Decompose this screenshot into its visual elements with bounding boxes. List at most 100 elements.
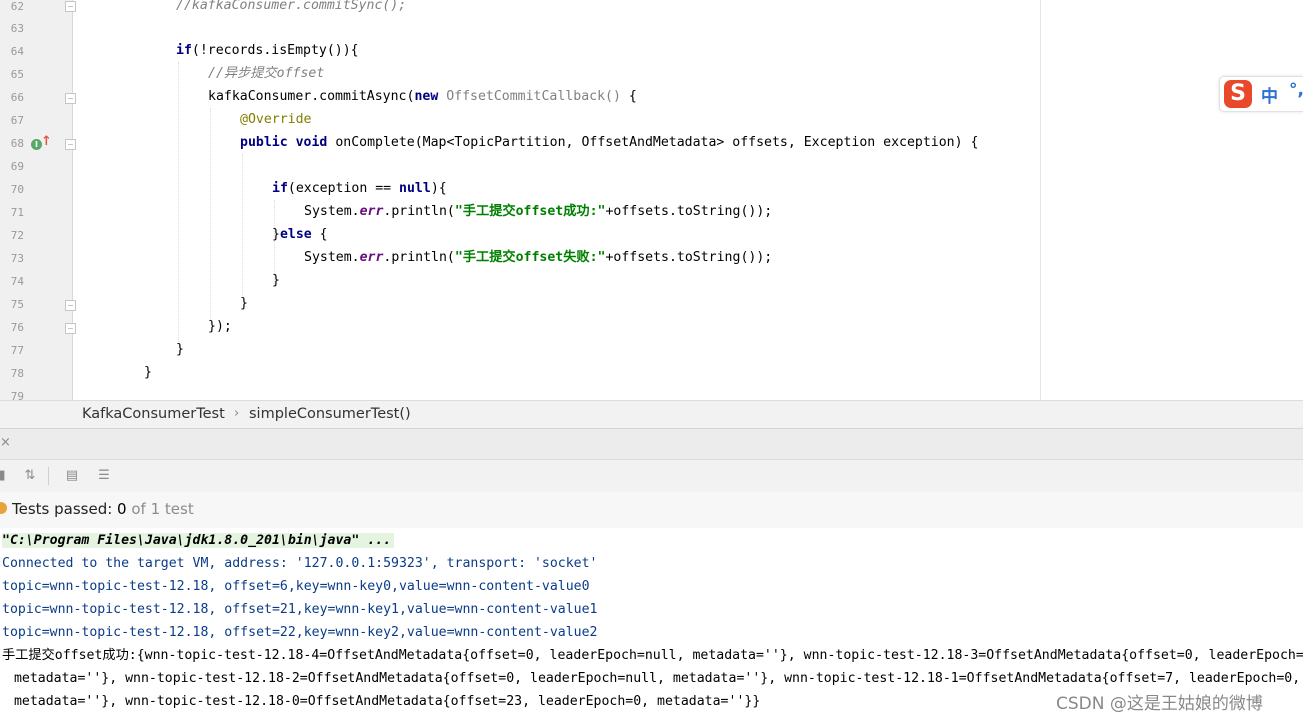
code-text: +offsets.toString()); xyxy=(605,204,773,219)
line-number: 63 xyxy=(10,22,24,35)
code-line[interactable]: //kafkaConsumer.commitSync(); xyxy=(176,0,406,15)
code-line[interactable]: kafkaConsumer.commitAsync(new OffsetComm… xyxy=(208,88,637,106)
console-line: topic=wnn-topic-test-12.18, offset=6,key… xyxy=(2,579,590,594)
code-text: .println( xyxy=(383,250,455,265)
line-number: 66 xyxy=(10,91,24,104)
editor-gutter: 62 63 64 65 66 67 68 69 70 71 72 73 74 7… xyxy=(0,0,76,400)
line-number: 71 xyxy=(10,206,24,219)
code-text: .println( xyxy=(383,204,455,219)
console-line: metadata=''}, wnn-topic-test-12.18-2=Off… xyxy=(6,671,1301,686)
console-line: Connected to the target VM, address: '12… xyxy=(2,556,598,571)
status-prefix: Tests passed: xyxy=(12,500,118,518)
code-text: onComplete(Map<TopicPartition, OffsetAnd… xyxy=(335,135,979,150)
code-line[interactable]: System.err.println("手工提交offset成功:"+offse… xyxy=(304,203,772,221)
code-text: { xyxy=(311,227,328,242)
test-status-icon xyxy=(0,502,7,514)
comment: //kafkaConsumer.commitSync(); xyxy=(176,0,407,13)
csdn-watermark: CSDN @这是王姑娘的微博 xyxy=(1056,694,1263,714)
test-history-icon[interactable]: ☰ xyxy=(96,468,112,484)
fold-marker-icon[interactable] xyxy=(65,300,76,311)
line-number: 73 xyxy=(10,252,24,265)
code-text: System. xyxy=(304,204,360,219)
fold-marker-icon[interactable] xyxy=(65,1,76,12)
code-text: (exception == xyxy=(287,181,400,196)
keyword: if xyxy=(176,43,192,58)
run-toolbar: ▮ ⇅ ▤ ☰ xyxy=(0,459,1303,493)
comment: //异步提交offset xyxy=(208,66,325,81)
annotation: @Override xyxy=(240,112,312,127)
code-text: +offsets.toString()); xyxy=(605,250,773,265)
test-status-text: Tests passed: 0 of 1 test xyxy=(12,500,194,518)
override-arrow-icon[interactable]: ↑ xyxy=(41,134,52,149)
code-line[interactable]: if(!records.isEmpty()){ xyxy=(176,42,359,60)
right-margin-guide xyxy=(1040,0,1041,400)
run-tab-strip: × xyxy=(0,428,1303,460)
status-passed-count: 0 xyxy=(117,500,127,518)
line-number: 64 xyxy=(10,45,24,58)
line-number: 69 xyxy=(10,160,24,173)
line-number: 65 xyxy=(10,68,24,81)
status-total: of 1 test xyxy=(126,500,194,518)
console-line: metadata=''}, wnn-topic-test-12.18-0=Off… xyxy=(6,694,761,709)
console-line: topic=wnn-topic-test-12.18, offset=22,ke… xyxy=(2,625,598,640)
ime-mode-toggle[interactable]: 中 xyxy=(1261,82,1278,107)
line-number: 76 xyxy=(10,321,24,334)
code-editor[interactable]: 62 63 64 65 66 67 68 69 70 71 72 73 74 7… xyxy=(0,0,1303,400)
fold-marker-icon[interactable] xyxy=(65,139,76,150)
code-line[interactable]: }else { xyxy=(272,226,328,244)
console-line: topic=wnn-topic-test-12.18, offset=21,ke… xyxy=(2,602,598,617)
code-line[interactable]: } xyxy=(272,272,280,290)
code-line[interactable]: }); xyxy=(208,318,232,336)
code-line[interactable]: System.err.println("手工提交offset失败:"+offse… xyxy=(304,249,772,267)
console-command[interactable]: "C:\Program Files\Java\jdk1.8.0_201\bin\… xyxy=(2,533,395,548)
fold-marker-icon[interactable] xyxy=(65,93,76,104)
sort-by-duration-icon[interactable]: ⇅ xyxy=(22,468,38,484)
code-line[interactable]: } xyxy=(176,341,184,359)
code-text: } xyxy=(176,342,184,357)
code-line[interactable]: } xyxy=(240,295,248,313)
code-text: } xyxy=(272,227,280,242)
keyword: else xyxy=(279,227,312,242)
indent-guide xyxy=(242,154,244,296)
code-line[interactable]: if(exception == null){ xyxy=(272,180,447,198)
console-line: "C:\Program Files\Java\jdk1.8.0_201\bin\… xyxy=(2,532,395,550)
keyword: new xyxy=(414,89,439,104)
import-tests-icon[interactable]: ▤ xyxy=(64,468,80,484)
string-literal: "手工提交offset成功:" xyxy=(454,204,606,219)
code-text: }); xyxy=(208,319,232,334)
indent-guide xyxy=(178,62,180,344)
keyword: if xyxy=(272,181,288,196)
code-text: } xyxy=(144,365,152,380)
code-text: System. xyxy=(304,250,360,265)
code-line[interactable]: @Override xyxy=(240,111,311,129)
code-text: (!records.isEmpty()){ xyxy=(191,43,359,58)
breadcrumb-class[interactable]: KafkaConsumerTest xyxy=(82,406,225,422)
code-text: } xyxy=(272,273,280,288)
sogou-logo-icon[interactable]: S xyxy=(1224,80,1252,108)
code-line[interactable]: //异步提交offset xyxy=(208,65,324,83)
code-line[interactable]: public void onComplete(Map<TopicPartitio… xyxy=(240,134,978,152)
code-text: { xyxy=(620,89,637,104)
code-line[interactable]: } xyxy=(144,364,152,382)
breadcrumb-separator-icon: › xyxy=(234,406,240,421)
breadcrumb: KafkaConsumerTest › simpleConsumerTest() xyxy=(0,400,1303,429)
breadcrumb-method[interactable]: simpleConsumerTest() xyxy=(249,406,411,422)
ime-punctuation-toggle[interactable]: °, xyxy=(1289,80,1303,100)
ime-toolbar[interactable]: S 中 °, xyxy=(1219,76,1303,112)
line-number: 75 xyxy=(10,298,24,311)
code-text: kafkaConsumer.commitAsync( xyxy=(208,89,415,104)
line-number: 68 xyxy=(10,137,24,150)
close-icon[interactable]: × xyxy=(0,435,11,450)
line-number: 62 xyxy=(10,0,24,13)
line-number: 77 xyxy=(10,344,24,357)
line-number: 70 xyxy=(10,183,24,196)
static-field: err xyxy=(359,204,384,219)
test-status-bar: Tests passed: 0 of 1 test xyxy=(0,492,1303,529)
console-line: 手工提交offset成功:{wnn-topic-test-12.18-4=Off… xyxy=(2,648,1303,663)
line-number: 78 xyxy=(10,367,24,380)
sort-icon[interactable]: ▮ xyxy=(0,468,10,484)
keyword: void xyxy=(295,135,328,150)
fold-marker-icon[interactable] xyxy=(65,323,76,334)
keyword: null xyxy=(399,181,431,196)
line-number: 67 xyxy=(10,114,24,127)
